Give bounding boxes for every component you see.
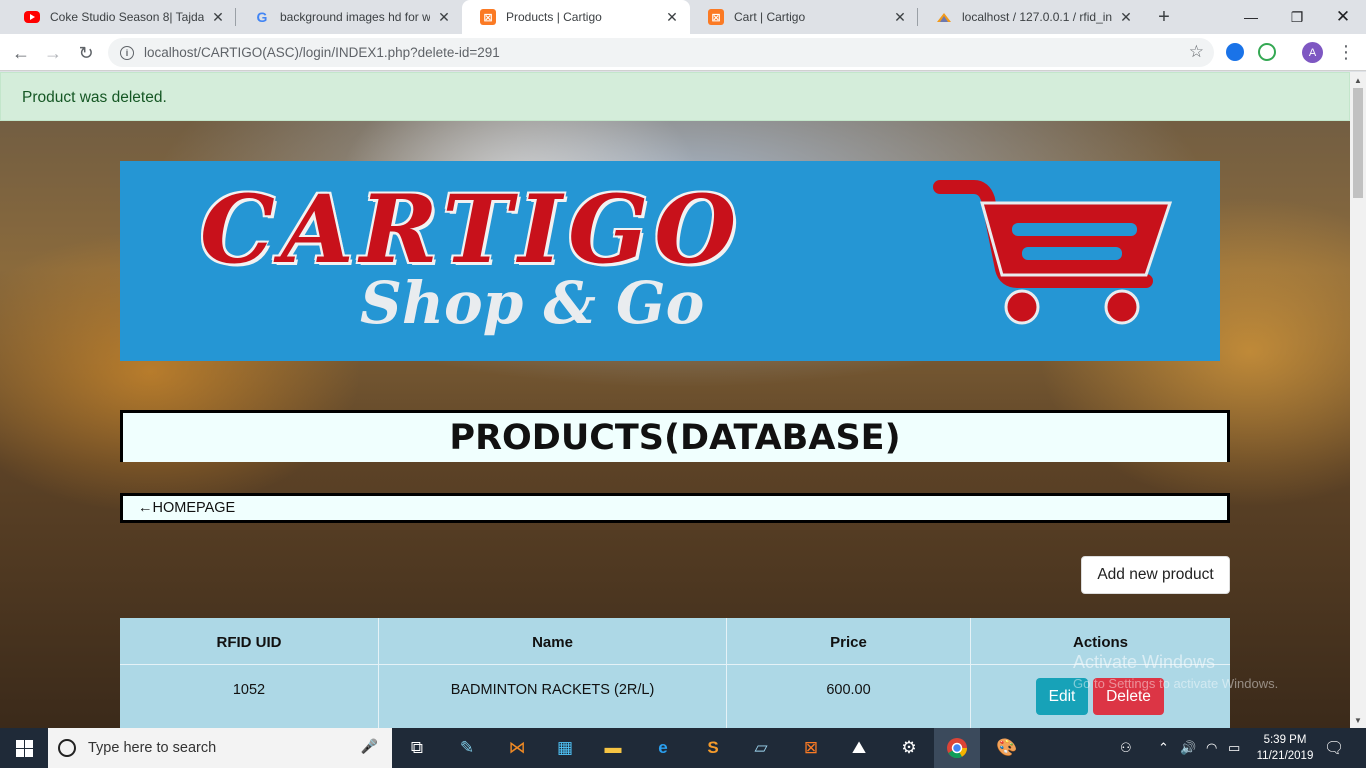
column-header-actions: Actions bbox=[1072, 633, 1128, 651]
reload-button[interactable]: ↻ bbox=[73, 40, 99, 66]
back-button[interactable]: ← bbox=[8, 40, 34, 66]
page-title: PRODUCTS(DATABASE) bbox=[449, 417, 901, 458]
url-text: localhost/CARTIGO(ASC)/login/INDEX1.php?… bbox=[144, 45, 500, 60]
close-icon[interactable]: ✕ bbox=[210, 9, 226, 26]
homepage-link[interactable]: ←HOMEPAGE bbox=[120, 493, 1230, 523]
tab-title: background images hd for web bbox=[280, 10, 430, 24]
tab-title: Products | Cartigo bbox=[506, 10, 602, 24]
close-icon[interactable]: ✕ bbox=[436, 9, 452, 26]
browser-toolbar: ← → ↻ i localhost/CARTIGO(ASC)/login/IND… bbox=[0, 34, 1366, 71]
volume-icon[interactable]: 🔊 bbox=[1180, 728, 1196, 768]
zoom-extension-icon[interactable] bbox=[1258, 43, 1276, 61]
phpmyadmin-icon bbox=[936, 9, 952, 25]
brand-tagline: Shop & Go bbox=[360, 269, 705, 337]
scroll-down-arrow-icon[interactable]: ▼ bbox=[1350, 712, 1366, 728]
tab-cart-cartigo[interactable]: ⊠ Cart | Cartigo ✕ bbox=[690, 0, 918, 34]
page-heading-box: PRODUCTS(DATABASE) bbox=[120, 410, 1230, 462]
bookmark-star-icon[interactable]: ☆ bbox=[1189, 42, 1204, 62]
forward-button[interactable]: → bbox=[40, 40, 66, 66]
minimize-button[interactable]: — bbox=[1228, 0, 1274, 34]
microphone-icon[interactable]: 🎤 bbox=[361, 738, 378, 755]
tab-phpmyadmin[interactable]: localhost / 127.0.0.1 / rfid_inve ✕ bbox=[918, 0, 1144, 34]
table-header-row: RFID UID Name Price Actions bbox=[120, 618, 1230, 665]
extension-icon[interactable] bbox=[1226, 43, 1244, 61]
products-table: RFID UID Name Price Actions 1052 BADMINT… bbox=[120, 618, 1230, 728]
close-window-button[interactable]: ✕ bbox=[1320, 0, 1366, 34]
maximize-button[interactable]: ❐ bbox=[1274, 0, 1320, 34]
page-viewport: Product was deleted. CARTIGO Shop & Go P… bbox=[0, 72, 1350, 728]
people-icon[interactable]: ⚇ bbox=[1120, 728, 1132, 768]
tab-title: Cart | Cartigo bbox=[734, 10, 806, 24]
xampp-taskbar-icon[interactable]: ⊠ bbox=[796, 733, 826, 763]
photos-icon[interactable]: ⛰ bbox=[844, 733, 874, 763]
edge-icon[interactable]: e bbox=[648, 733, 678, 763]
delete-button[interactable]: Delete bbox=[1093, 678, 1164, 715]
cortana-icon bbox=[58, 739, 76, 757]
chrome-menu-icon[interactable]: ⋮ bbox=[1337, 40, 1355, 64]
google-icon: G bbox=[256, 9, 268, 25]
wifi-icon[interactable]: ◠ bbox=[1206, 728, 1217, 768]
tab-title: Coke Studio Season 8| Tajdar-e bbox=[50, 10, 204, 24]
edit-button[interactable]: Edit bbox=[1036, 678, 1088, 715]
profile-avatar[interactable]: A bbox=[1302, 42, 1323, 63]
file-explorer-icon[interactable]: ▬ bbox=[598, 733, 628, 763]
price-cell: 600.00 bbox=[727, 665, 971, 728]
sublime-text-icon[interactable]: S bbox=[698, 733, 728, 763]
tab-products-cartigo[interactable]: ⊠ Products | Cartigo ✕ bbox=[462, 0, 690, 34]
shopping-cart-icon bbox=[933, 180, 1173, 325]
column-header-price: Price bbox=[727, 618, 971, 664]
windows-start-button[interactable] bbox=[0, 728, 48, 768]
info-icon[interactable]: i bbox=[120, 45, 134, 60]
close-icon[interactable]: ✕ bbox=[892, 9, 908, 26]
settings-gear-icon[interactable]: ⚙ bbox=[894, 733, 924, 763]
taskbar-search-box[interactable]: Type here to search 🎤 bbox=[48, 728, 392, 768]
chrome-logo-icon bbox=[947, 738, 968, 759]
scroll-up-arrow-icon[interactable]: ▲ bbox=[1350, 72, 1366, 88]
notes-app-icon[interactable]: ▱ bbox=[746, 733, 776, 763]
browser-tab-strip: Coke Studio Season 8| Tajdar-e ✕ G backg… bbox=[0, 0, 1366, 34]
task-view-icon[interactable]: ⧉ bbox=[402, 733, 432, 763]
tab-youtube[interactable]: Coke Studio Season 8| Tajdar-e ✕ bbox=[6, 0, 236, 34]
taskbar-clock[interactable]: 5:39 PM 11/21/2019 bbox=[1248, 732, 1322, 764]
chrome-taskbar-icon[interactable] bbox=[934, 728, 980, 768]
tab-title: localhost / 127.0.0.1 / rfid_inve bbox=[962, 10, 1112, 24]
xampp-icon: ⊠ bbox=[708, 9, 724, 25]
close-icon[interactable]: ✕ bbox=[1118, 9, 1134, 26]
clock-time: 5:39 PM bbox=[1263, 734, 1307, 746]
success-alert: Product was deleted. bbox=[0, 72, 1350, 121]
visual-studio-icon[interactable]: ⋈ bbox=[502, 733, 532, 763]
clock-date: 11/21/2019 bbox=[1256, 750, 1314, 762]
windows-taskbar: Type here to search 🎤 ⧉ ✎ ⋈ ▦ ▬ e S ▱ ⊠ … bbox=[0, 728, 1366, 768]
cartigo-banner: CARTIGO Shop & Go bbox=[120, 161, 1220, 361]
rfid-cell: 1052 bbox=[120, 665, 379, 728]
add-new-product-button[interactable]: Add new product bbox=[1081, 556, 1230, 594]
battery-icon[interactable]: ▭ bbox=[1228, 728, 1240, 768]
youtube-icon bbox=[24, 9, 40, 25]
address-bar[interactable]: i localhost/CARTIGO(ASC)/login/INDEX1.ph… bbox=[108, 38, 1214, 67]
notepad-app-icon[interactable]: ✎ bbox=[452, 733, 482, 763]
page-scrollbar[interactable]: ▲ ▼ bbox=[1350, 72, 1366, 728]
xampp-icon: ⊠ bbox=[480, 9, 496, 25]
store-icon[interactable]: ▦ bbox=[550, 733, 580, 763]
scrollbar-thumb[interactable] bbox=[1353, 88, 1363, 198]
new-tab-button[interactable]: + bbox=[1152, 5, 1176, 29]
windows-logo-icon bbox=[15, 739, 33, 757]
close-icon[interactable]: ✕ bbox=[664, 9, 680, 26]
product-name-cell: BADMINTON RACKETS (2R/L) bbox=[379, 665, 727, 728]
tray-chevron-icon[interactable]: ⌃ bbox=[1158, 728, 1169, 768]
tab-google[interactable]: G background images hd for web ✕ bbox=[236, 0, 462, 34]
column-header-rfid: RFID UID bbox=[120, 618, 379, 664]
paint-app-icon[interactable]: 🎨 bbox=[992, 733, 1022, 763]
column-header-name: Name bbox=[379, 618, 727, 664]
search-placeholder: Type here to search bbox=[88, 740, 217, 756]
notification-center-icon[interactable]: 🗨 bbox=[1324, 728, 1344, 768]
